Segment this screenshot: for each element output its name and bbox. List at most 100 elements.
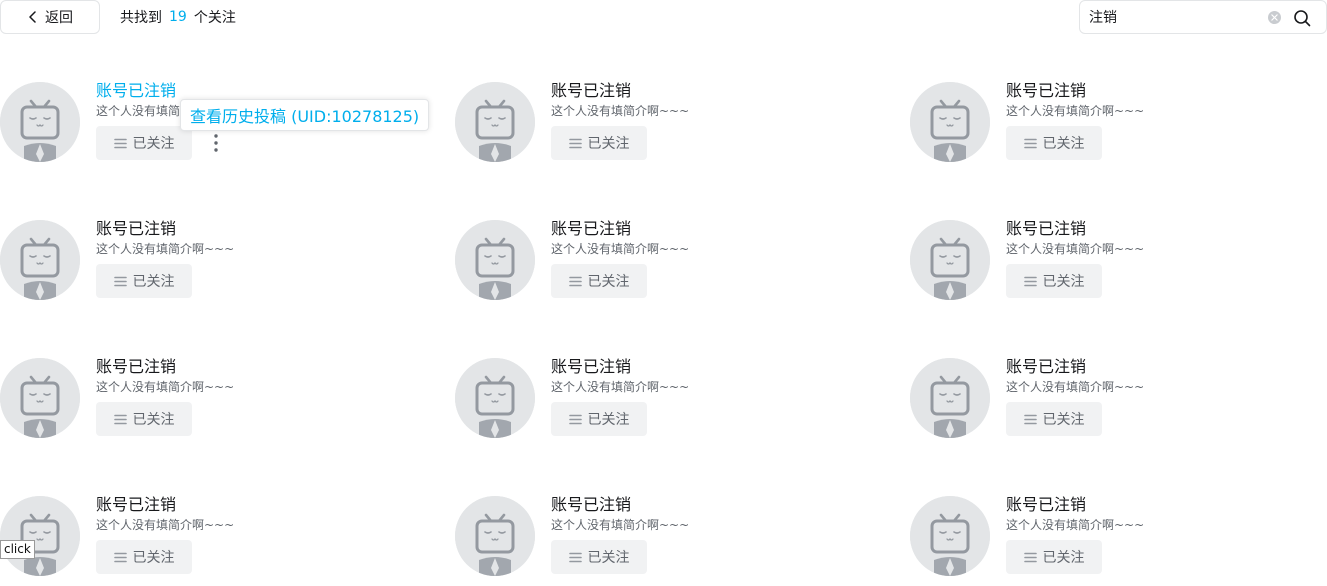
menu-icon	[568, 276, 582, 286]
followed-button[interactable]: 已关注	[1006, 402, 1102, 436]
followed-button[interactable]: 已关注	[1006, 264, 1102, 298]
followed-button[interactable]: 已关注	[1006, 126, 1102, 160]
view-history-tooltip[interactable]: 查看历史投稿 (UID:10278125)	[180, 99, 430, 131]
user-name[interactable]: 账号已注销	[1006, 82, 1086, 100]
back-button-label: 返回	[45, 10, 73, 26]
summary-prefix: 共找到	[120, 10, 162, 26]
clear-icon[interactable]	[1268, 11, 1281, 24]
menu-icon	[568, 552, 582, 562]
default-avatar-icon	[455, 220, 535, 300]
followed-button-label: 已关注	[1042, 550, 1085, 566]
menu-icon	[1023, 414, 1037, 424]
user-card: 账号已注销 这个人没有填简介啊~~~ 已关注	[0, 358, 420, 448]
avatar[interactable]	[910, 496, 990, 576]
user-name[interactable]: 账号已注销	[1006, 220, 1086, 238]
back-button[interactable]: 返回	[0, 0, 100, 34]
default-avatar-icon	[0, 358, 80, 438]
menu-icon	[1023, 138, 1037, 148]
user-card: 账号已注销 这个人没有填简介啊~~~ 已关注	[455, 496, 875, 586]
result-count: 19	[169, 9, 187, 25]
user-name[interactable]: 账号已注销	[551, 82, 631, 100]
more-options-button[interactable]	[206, 132, 226, 154]
avatar[interactable]	[0, 220, 80, 300]
user-card: 账号已注销 这个人没有填简介啊~~~ 已关注	[910, 358, 1327, 448]
user-sign: 这个人没有填简介啊~~~	[551, 104, 690, 118]
followed-button-label: 已关注	[132, 550, 175, 566]
followed-button-label: 已关注	[587, 550, 630, 566]
user-card: 账号已注销 这个人没有填简介啊~~~ 已关注	[0, 496, 420, 586]
followed-button[interactable]: 已关注	[96, 126, 192, 160]
avatar[interactable]	[0, 496, 80, 576]
user-card: 账号已注销 这个人没有填简介啊~~~ 已关注	[910, 82, 1327, 172]
followed-button[interactable]: 已关注	[551, 264, 647, 298]
avatar[interactable]	[455, 496, 535, 576]
menu-icon	[568, 414, 582, 424]
menu-icon	[113, 276, 127, 286]
followed-button-label: 已关注	[1042, 412, 1085, 428]
followed-button[interactable]: 已关注	[551, 540, 647, 574]
followed-button[interactable]: 已关注	[96, 540, 192, 574]
search-icon[interactable]	[1292, 8, 1312, 28]
default-avatar-icon	[0, 496, 80, 576]
user-card: 账号已注销 这个人没有填简介啊~~~ 已关注	[910, 496, 1327, 586]
user-name[interactable]: 账号已注销	[96, 220, 176, 238]
default-avatar-icon	[455, 358, 535, 438]
followed-button[interactable]: 已关注	[551, 402, 647, 436]
default-avatar-icon	[455, 82, 535, 162]
avatar[interactable]	[455, 358, 535, 438]
user-sign: 这个人没有填简介啊~~~	[1006, 518, 1145, 532]
avatar[interactable]	[910, 82, 990, 162]
default-avatar-icon	[910, 358, 990, 438]
followed-button-label: 已关注	[1042, 274, 1085, 290]
avatar[interactable]	[455, 220, 535, 300]
default-avatar-icon	[910, 220, 990, 300]
close-icon	[1271, 14, 1278, 21]
followed-button-label: 已关注	[132, 274, 175, 290]
user-sign: 这个人没有填简介啊~~~	[1006, 380, 1145, 394]
user-name[interactable]: 账号已注销	[96, 496, 176, 514]
user-name[interactable]: 账号已注销	[96, 358, 176, 376]
avatar[interactable]	[0, 82, 80, 162]
user-sign: 这个人没有填简介啊~~~	[96, 518, 235, 532]
menu-icon	[113, 414, 127, 424]
menu-icon	[1023, 276, 1037, 286]
followed-button-label: 已关注	[1042, 136, 1085, 152]
search-input[interactable]	[1089, 2, 1265, 32]
followed-button-label: 已关注	[587, 274, 630, 290]
followed-button[interactable]: 已关注	[96, 402, 192, 436]
avatar[interactable]	[455, 82, 535, 162]
user-name[interactable]: 账号已注销	[551, 496, 631, 514]
followed-button[interactable]: 已关注	[96, 264, 192, 298]
user-name[interactable]: 账号已注销	[551, 358, 631, 376]
menu-icon	[113, 552, 127, 562]
user-card: 账号已注销 这个人没有填简介啊~~~ 已关注	[910, 220, 1327, 310]
user-card: 账号已注销 这个人没有填简介啊~~~ 已关注	[0, 220, 420, 310]
user-card: 账号已注销 这个人没有填简介啊~~~ 已关注	[455, 358, 875, 448]
user-name[interactable]: 账号已注销	[1006, 358, 1086, 376]
user-sign: 这个人没有填简介啊~~~	[551, 518, 690, 532]
top-bar: 返回 共找到 19 个关注	[0, 0, 1327, 34]
followed-button-label: 已关注	[587, 412, 630, 428]
followed-button[interactable]: 已关注	[1006, 540, 1102, 574]
menu-icon	[568, 138, 582, 148]
user-sign: 这个人没有填简介啊~~~	[96, 242, 235, 256]
followed-button-label: 已关注	[587, 136, 630, 152]
more-vertical-icon	[214, 134, 218, 152]
menu-icon	[1023, 552, 1037, 562]
user-sign: 这个人没有填简介啊~~~	[551, 380, 690, 394]
search-box	[1079, 0, 1327, 34]
menu-icon	[113, 138, 127, 148]
user-name[interactable]: 账号已注销	[1006, 496, 1086, 514]
default-avatar-icon	[455, 496, 535, 576]
followed-button-label: 已关注	[132, 412, 175, 428]
user-name[interactable]: 账号已注销	[96, 82, 176, 100]
avatar[interactable]	[0, 358, 80, 438]
avatar[interactable]	[910, 358, 990, 438]
summary-suffix: 个关注	[193, 10, 236, 26]
result-summary: 共找到 19 个关注	[120, 0, 236, 34]
user-name[interactable]: 账号已注销	[551, 220, 631, 238]
followed-button[interactable]: 已关注	[551, 126, 647, 160]
user-card: 账号已注销 这个人没有填简介啊~~~ 已关注	[455, 82, 875, 172]
avatar[interactable]	[910, 220, 990, 300]
default-avatar-icon	[910, 496, 990, 576]
